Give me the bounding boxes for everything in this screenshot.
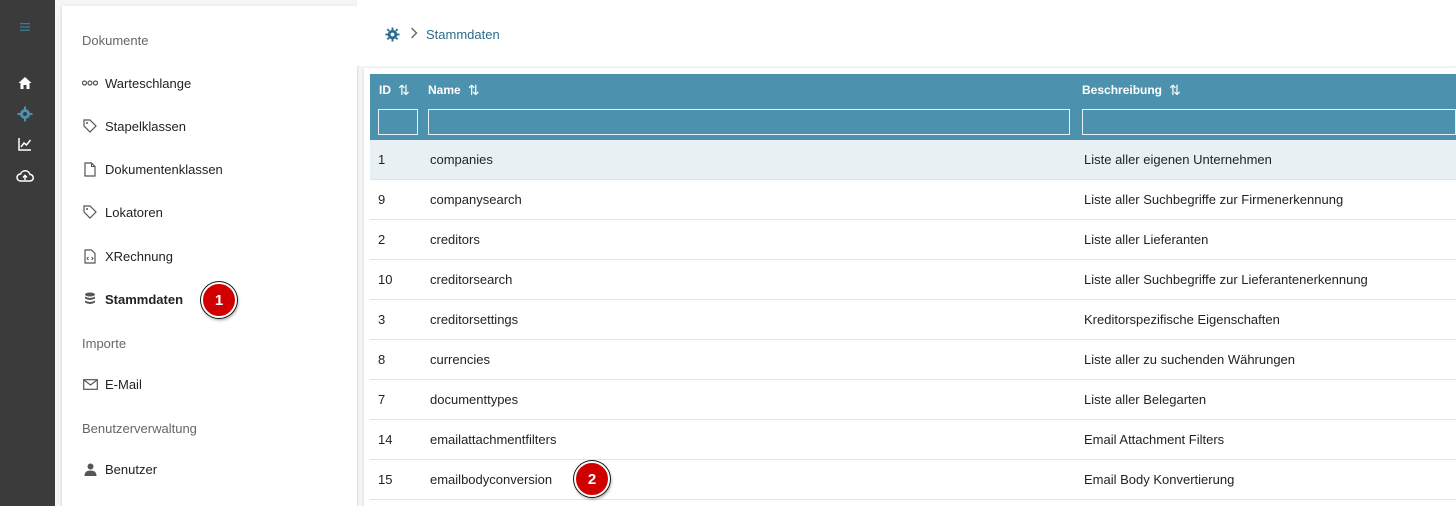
cell-description: Liste aller Suchbegriffe zur Lieferanten… [1084,272,1368,287]
sidebar-item-email[interactable]: E-Mail [82,371,342,397]
cell-id: 15 [378,472,393,487]
queue-icon [82,75,98,91]
section-imports: Importe [82,336,127,351]
cell-name: creditorsearch [430,272,513,287]
filter-input-id[interactable] [378,109,418,135]
sort-icon[interactable]: ⇅ [1169,82,1181,99]
breadcrumb-current[interactable]: Stammdaten [426,27,500,42]
cell-name: creditorsettings [430,312,519,327]
sidebar: Dokumente Warteschlange Stapelklassen Do… [62,6,357,506]
filter-input-name[interactable] [428,109,1070,135]
table-row[interactable]: 15 emailbodyconversion Email Body Konverti… [370,460,1456,500]
sidebar-item-label: XRechnung [105,248,173,264]
sidebar-item-label: Benutzer [105,461,158,477]
file-icon [82,161,98,177]
sidebar-item-label: Lokatoren [105,204,163,220]
sort-icon[interactable]: ⇅ [398,82,410,99]
cell-id: 8 [378,352,386,367]
gear-icon[interactable] [385,27,400,42]
cell-id: 7 [378,392,386,407]
sidebar-item-label: Dokumentenklassen [105,161,223,177]
annotation-badge-1: 1 [201,282,237,318]
chart-icon[interactable] [14,133,36,155]
table-row[interactable]: 9 companysearch Liste aller Suchbegriffe z… [370,180,1456,220]
home-icon[interactable] [14,72,36,94]
sidebar-item-benutzer[interactable]: Benutzer [82,456,342,482]
cell-name: documenttypes [430,392,519,407]
column-label: Name [428,83,461,97]
column-header-name[interactable]: Name ⇅ [428,82,479,98]
cell-description: Liste aller Suchbegriffe zur Firmenerken… [1084,192,1344,207]
sidebar-item-lokatoren[interactable]: Lokatoren [82,199,342,225]
app-rail [0,0,55,506]
cell-description: Liste aller zu suchenden Währungen [1084,352,1296,367]
tag-icon [82,118,98,134]
table-header: ID ⇅ Name ⇅ Beschreibung ⇅ [370,74,1456,142]
cell-name: currencies [430,352,490,367]
sidebar-item-label: Stapelklassen [105,118,186,134]
table-row[interactable]: 7 documenttypes Liste aller Belegarten [370,380,1456,420]
cell-name: emailattachmentfilters [430,432,557,447]
table-row[interactable]: 1 companies Liste aller eigenen Unternehme… [370,140,1456,180]
cell-name: companies [430,152,493,167]
column-header-description[interactable]: Beschreibung ⇅ [1082,82,1181,98]
table-row[interactable]: 2 creditors Liste aller Lieferanten [370,220,1456,260]
cell-description: Email Attachment Filters [1084,432,1225,447]
table-row[interactable]: 3 creditorsettings Kreditorspezifische Eig… [370,300,1456,340]
sidebar-item-xrechnung[interactable]: XRechnung [82,243,342,269]
cell-id: 14 [378,432,393,447]
gear-icon[interactable] [14,103,36,125]
cell-description: Kreditorspezifische Eigenschaften [1084,312,1280,327]
table-row[interactable]: 8 currencies Liste aller zu suchenden Währ… [370,340,1456,380]
cell-description: Email Body Konvertierung [1084,472,1235,487]
cell-name: emailbodyconversion [430,472,553,487]
sort-icon[interactable]: ⇅ [468,82,480,99]
cell-name: companysearch [430,192,522,207]
menu-icon[interactable] [18,20,32,34]
table-row[interactable]: 10 creditorsearch Liste aller Suchbegriffe… [370,260,1456,300]
cell-id: 9 [378,192,386,207]
sidebar-item-label: Stammdaten [105,291,184,307]
cell-id: 1 [378,152,386,167]
column-header-id[interactable]: ID ⇅ [379,82,410,98]
column-label: ID [379,83,391,97]
sidebar-item-warteschlange[interactable]: Warteschlange [82,70,342,96]
cell-id: 3 [378,312,386,327]
xml-file-icon [82,248,98,264]
cell-name: creditors [430,232,480,247]
sidebar-item-stapelklassen[interactable]: Stapelklassen [82,113,342,139]
cell-id: 2 [378,232,386,247]
sidebar-item-label: E-Mail [105,376,142,392]
section-users: Benutzerverwaltung [82,421,197,436]
sidebar-item-dokumentenklassen[interactable]: Dokumentenklassen [82,156,342,182]
master-data-table: ID ⇅ Name ⇅ Beschreibung ⇅ 1 companies Lis… [364,68,1456,506]
table-row[interactable]: 14 emailattachmentfilters Email Attachment… [370,420,1456,460]
column-label: Beschreibung [1082,83,1163,97]
breadcrumb: Stammdaten [385,27,500,42]
top-bar: Stammdaten [357,0,1456,66]
mail-icon [82,376,98,392]
annotation-badge-2: 2 [574,461,610,497]
cloud-upload-icon[interactable] [14,165,36,187]
cell-description: Liste aller Belegarten [1084,392,1207,407]
chevron-right-icon [410,27,418,42]
sidebar-item-label: Warteschlange [105,75,192,91]
cell-id: 10 [378,272,393,287]
tag-icon [82,204,98,220]
section-documents: Dokumente [82,33,149,48]
user-icon [82,461,98,477]
cell-description: Liste aller Lieferanten [1084,232,1209,247]
cell-description: Liste aller eigenen Unternehmen [1084,152,1272,167]
database-icon [82,291,98,307]
filter-input-description[interactable] [1082,109,1456,135]
